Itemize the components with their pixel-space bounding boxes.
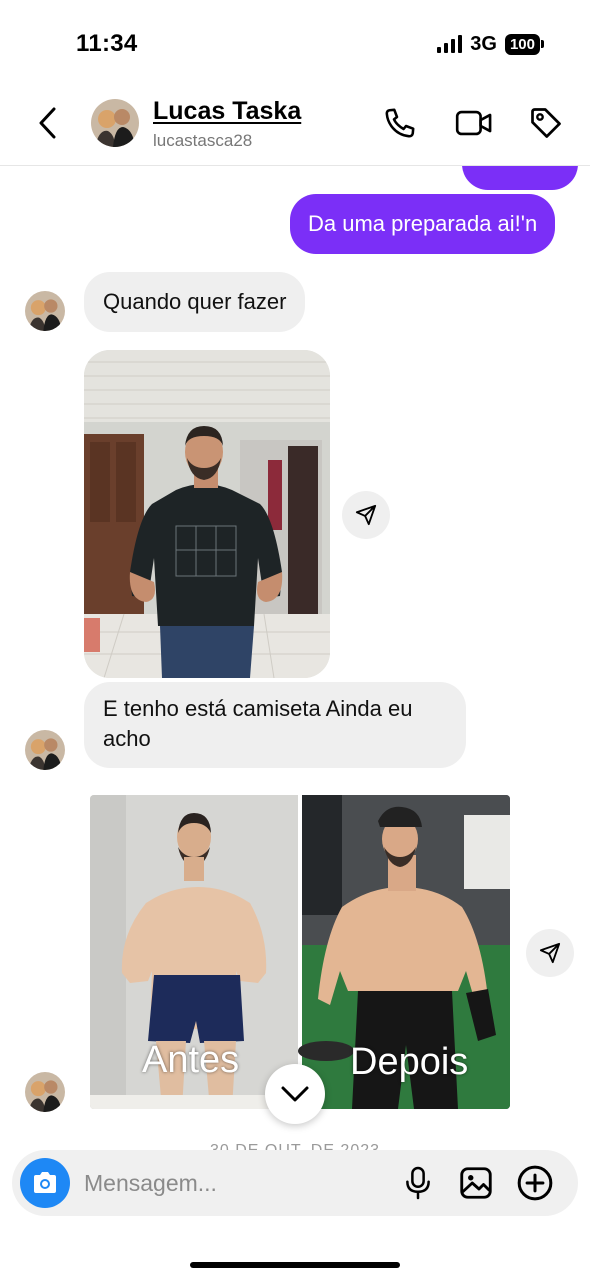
gallery-button[interactable] — [456, 1162, 496, 1204]
network-type: 3G — [470, 32, 497, 55]
incoming-message[interactable]: E tenho está camiseta Ainda eu acho — [84, 682, 466, 768]
camera-button[interactable] — [20, 1158, 70, 1208]
incoming-message[interactable]: Quando quer fazer — [84, 272, 306, 332]
home-indicator[interactable] — [190, 1262, 400, 1268]
avatar — [25, 730, 65, 770]
share-photo-button[interactable] — [526, 929, 574, 977]
before-after-photo[interactable]: Antes Depois — [90, 795, 510, 1109]
plus-icon — [517, 1165, 553, 1201]
shared-photo[interactable] — [84, 350, 330, 678]
tag-icon — [531, 108, 561, 138]
video-icon — [455, 110, 492, 136]
more-options-button[interactable] — [515, 1162, 555, 1204]
message-input[interactable] — [84, 1166, 384, 1200]
back-button[interactable] — [30, 102, 64, 144]
status-time: 11:34 — [76, 30, 138, 57]
camera-icon — [34, 1172, 56, 1193]
contact-username: lucastasca28 — [153, 131, 253, 150]
chevron-down-icon — [281, 1086, 309, 1102]
gallery-icon — [460, 1167, 492, 1199]
contact-avatar[interactable] — [91, 99, 139, 147]
status-indicators: 3G 100 — [437, 32, 544, 56]
send-icon — [539, 942, 561, 964]
outgoing-message-partial[interactable]: Bordin — [462, 166, 578, 190]
avatar — [25, 1072, 65, 1112]
signal-icon — [437, 35, 463, 53]
microphone-icon — [406, 1166, 430, 1200]
back-icon — [39, 107, 56, 139]
outgoing-message[interactable]: Da uma preparada ai!'n — [290, 194, 556, 254]
video-call-button[interactable] — [454, 102, 494, 144]
tag-button[interactable] — [526, 102, 566, 144]
avatar — [25, 291, 65, 331]
scroll-to-bottom-button[interactable] — [265, 1064, 325, 1124]
call-button[interactable] — [380, 102, 420, 144]
after-label: Depois — [350, 1041, 469, 1083]
message-clip: Bordin — [0, 166, 590, 192]
before-label: Antes — [142, 1039, 240, 1081]
phone-icon — [385, 108, 415, 138]
send-icon — [355, 504, 377, 526]
contact-name[interactable]: Lucas Taska — [153, 97, 301, 126]
battery-level: 100 — [504, 33, 540, 55]
voice-message-button[interactable] — [398, 1162, 438, 1204]
share-photo-button[interactable] — [342, 491, 390, 539]
battery-icon: 100 — [504, 33, 544, 55]
